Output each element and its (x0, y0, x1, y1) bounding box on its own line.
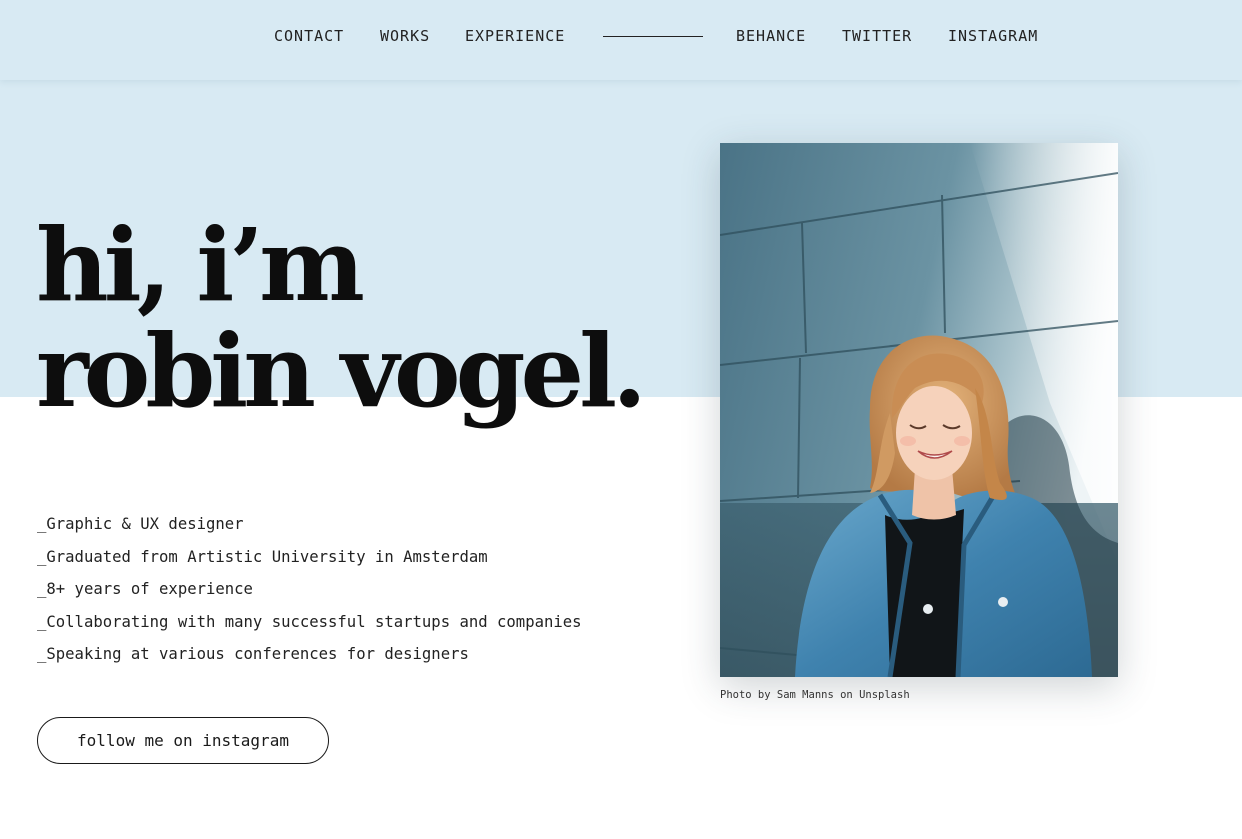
bio-item: _Graduated from Artistic University in A… (37, 547, 488, 566)
nav-divider (603, 36, 703, 37)
top-navigation: CONTACT WORKS EXPERIENCE BEHANCE TWITTER… (0, 0, 1242, 80)
nav-link-twitter[interactable]: TWITTER (842, 27, 912, 45)
nav-link-works[interactable]: WORKS (380, 27, 430, 45)
hero-title-line-1: hi, i’m (36, 206, 365, 324)
bio-item: _8+ years of experience (37, 580, 253, 598)
nav-link-behance[interactable]: BEHANCE (736, 27, 806, 45)
bio-item: _Graphic & UX designer (37, 515, 244, 533)
nav-link-instagram[interactable]: INSTAGRAM (948, 27, 1038, 45)
photo-credit: Photo by Sam Manns on Unsplash (720, 689, 910, 701)
hero-title-line-2: robin vogel. (36, 312, 647, 430)
portrait-photo (720, 143, 1118, 677)
nav-link-contact[interactable]: CONTACT (274, 27, 344, 45)
bio-item: _Collaborating with many successful star… (37, 612, 582, 631)
bio-item: _Speaking at various conferences for des… (37, 645, 469, 663)
follow-instagram-button[interactable]: follow me on instagram (37, 717, 329, 764)
nav-link-experience[interactable]: EXPERIENCE (465, 27, 565, 45)
hero-title: hi, i’m robin vogel. (36, 206, 647, 430)
bio-list: _Graphic & UX designer _Graduated from A… (37, 508, 582, 671)
